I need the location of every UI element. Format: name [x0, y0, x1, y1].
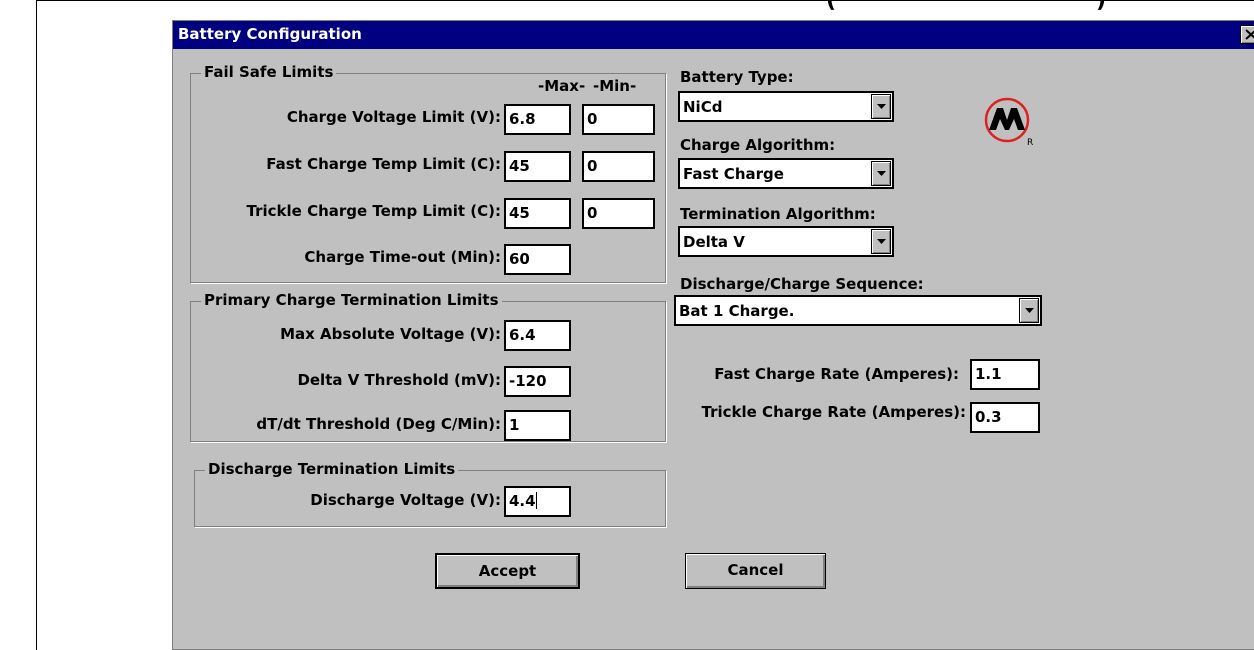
termination-algorithm-select[interactable]: Delta V [678, 226, 894, 257]
charge-voltage-min-field[interactable]: 0 [582, 104, 655, 135]
discharge-voltage-field[interactable]: 4.4 [504, 486, 571, 517]
battery-type-label: Battery Type: [680, 68, 794, 86]
max-absolute-voltage-field[interactable]: 6.4 [504, 320, 571, 351]
trickle-charge-temp-limit-label: Trickle Charge Temp Limit (C): [246, 202, 501, 220]
sequence-dropdown-button[interactable] [1019, 298, 1039, 323]
charge-voltage-max-field[interactable]: 6.8 [504, 104, 571, 135]
min-column-header: -Min- [593, 77, 637, 95]
discharge-termination-title: Discharge Termination Limits [205, 460, 459, 478]
sequence-select[interactable]: Bat 1 Charge. [674, 295, 1042, 326]
sequence-value: Bat 1 Charge. [679, 302, 795, 320]
delta-v-threshold-label: Delta V Threshold (mV): [297, 371, 501, 389]
charge-timeout-label: Charge Time-out (Min): [304, 248, 501, 266]
battery-configuration-dialog: Battery Configuration Fail Safe Limits -… [172, 20, 1254, 650]
fast-charge-temp-max-field[interactable]: 45 [504, 151, 571, 182]
sequence-label: Discharge/Charge Sequence: [680, 275, 924, 293]
fast-charge-rate-field[interactable]: 1.1 [970, 359, 1040, 390]
cancel-button[interactable]: Cancel [685, 553, 826, 589]
close-button[interactable] [1240, 25, 1254, 44]
fail-safe-limits-title: Fail Safe Limits [201, 63, 337, 81]
fast-charge-rate-label: Fast Charge Rate (Amperes): [714, 365, 959, 383]
dropdown-arrow-icon [1025, 308, 1034, 313]
discharge-voltage-value: 4.4 [509, 492, 536, 510]
background-paren-left: ( [826, 0, 837, 13]
microchip-logo-icon: R [984, 97, 1033, 148]
trickle-charge-rate-label: Trickle Charge Rate (Amperes): [701, 403, 966, 421]
termination-algorithm-dropdown-button[interactable] [871, 229, 891, 254]
dropdown-arrow-icon [877, 171, 886, 176]
primary-charge-termination-title: Primary Charge Termination Limits [201, 291, 502, 309]
accept-button[interactable]: Accept [435, 553, 580, 589]
delta-v-threshold-field[interactable]: -120 [504, 366, 571, 397]
battery-type-value: NiCd [683, 98, 723, 116]
battery-type-dropdown-button[interactable] [871, 94, 891, 119]
title-bar: Battery Configuration [173, 21, 1254, 49]
dtdt-threshold-field[interactable]: 1 [504, 410, 571, 441]
discharge-voltage-label: Discharge Voltage (V): [310, 491, 501, 509]
dropdown-arrow-icon [877, 239, 886, 244]
dialog-title: Battery Configuration [178, 25, 362, 43]
background-paren-right: ) [1096, 0, 1107, 13]
charge-voltage-limit-label: Charge Voltage Limit (V): [286, 108, 501, 126]
charge-algorithm-value: Fast Charge [683, 165, 784, 183]
charge-algorithm-dropdown-button[interactable] [871, 161, 891, 186]
max-absolute-voltage-label: Max Absolute Voltage (V): [280, 325, 501, 343]
logo-registered-mark: R [1027, 138, 1033, 148]
text-cursor [535, 492, 537, 509]
charge-timeout-field[interactable]: 60 [504, 244, 571, 275]
max-column-header: -Max- [538, 77, 586, 95]
close-icon [1245, 29, 1254, 40]
charge-algorithm-label: Charge Algorithm: [680, 136, 836, 154]
fast-charge-temp-limit-label: Fast Charge Temp Limit (C): [266, 155, 501, 173]
fast-charge-temp-min-field[interactable]: 0 [582, 151, 655, 182]
dropdown-arrow-icon [877, 104, 886, 109]
battery-type-select[interactable]: NiCd [678, 91, 894, 122]
termination-algorithm-label: Termination Algorithm: [680, 205, 876, 223]
dtdt-threshold-label: dT/dt Threshold (Deg C/Min): [256, 415, 501, 433]
charge-algorithm-select[interactable]: Fast Charge [678, 158, 894, 189]
trickle-charge-temp-min-field[interactable]: 0 [582, 198, 655, 229]
trickle-charge-temp-max-field[interactable]: 45 [504, 198, 571, 229]
termination-algorithm-value: Delta V [683, 233, 745, 251]
trickle-charge-rate-field[interactable]: 0.3 [970, 402, 1040, 433]
